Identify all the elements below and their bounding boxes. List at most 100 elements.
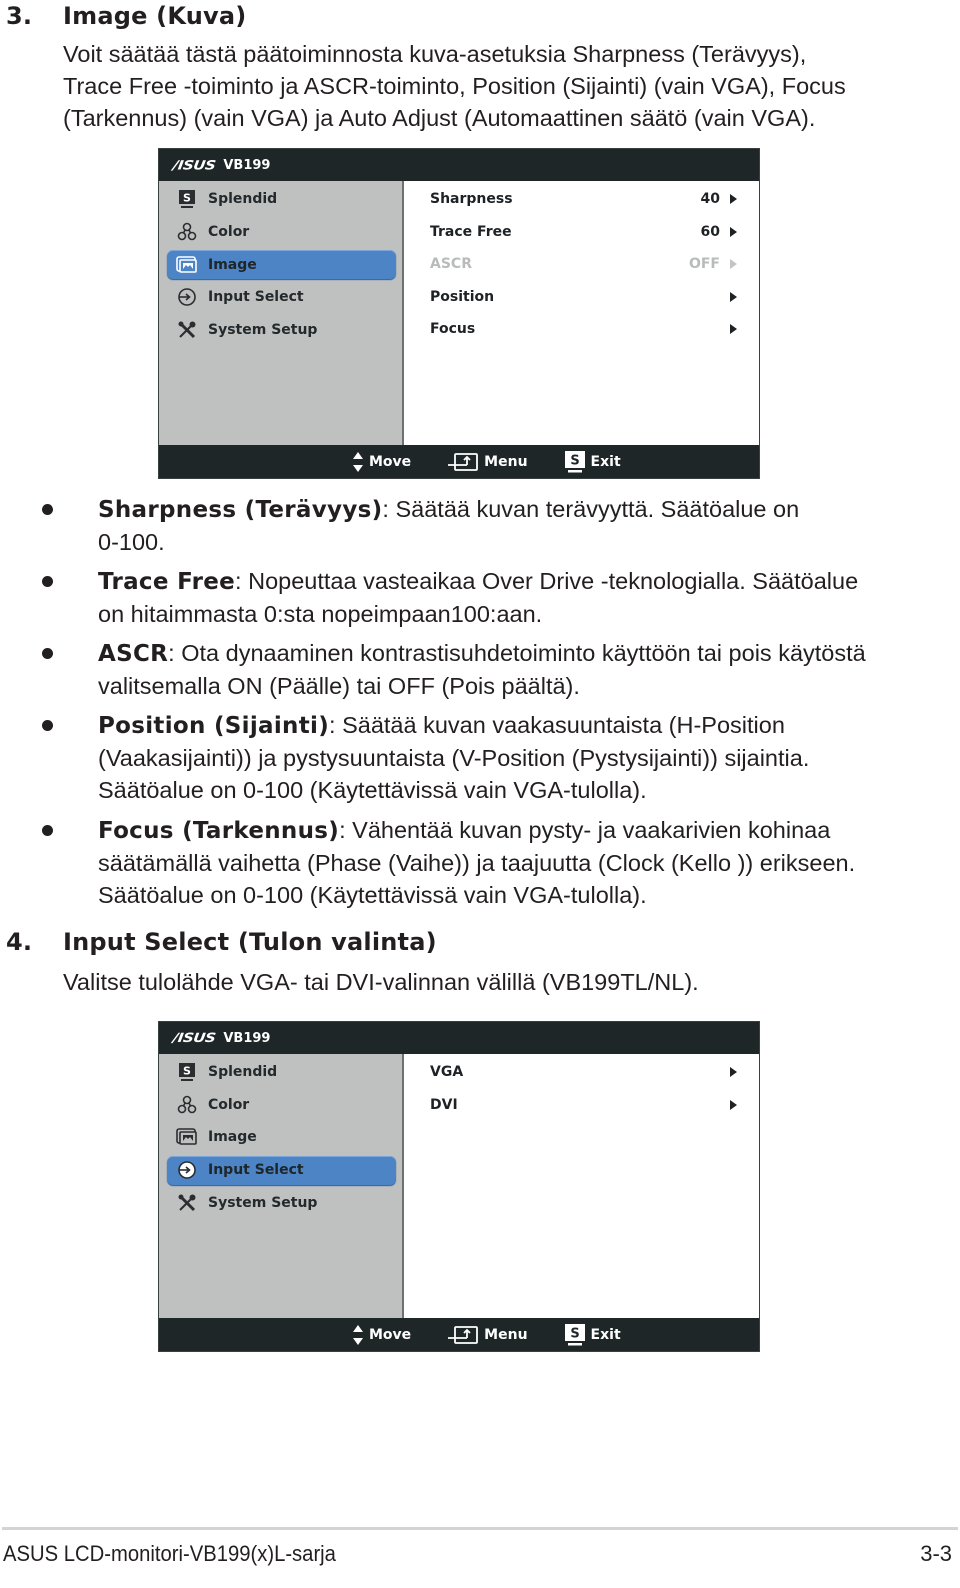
splendid-icon: S [176,1061,198,1083]
chevron-right-icon [730,259,737,270]
section-title: Input Select (Tulon valinta) [63,928,437,956]
chevron-right-icon [730,291,737,302]
bullet-text: : Nopeuttaa vasteaikaa Over Drive -tekno… [235,568,859,594]
osd-option-label: Sharpness [430,191,513,208]
svg-text:S: S [183,1065,191,1078]
osd-option-label: ASCR [430,256,472,273]
osd-image-menu: /ISUS VB199 S Splendid Color Image Input Sel… [158,148,760,479]
bullet-line: ASCR: Ota dynaaminen kontrastisuhdetoimi… [98,637,898,670]
osd-option-trace-free[interactable]: Trace Free 60 [404,216,759,249]
bullet-dot [42,576,53,587]
osd-option-label: Focus [430,321,476,338]
osd-menu-item-splendid[interactable]: S Splendid [159,183,402,216]
osd-option-dvi[interactable]: DVI [404,1089,759,1122]
footer-exit: S Exit [564,450,621,474]
system-setup-icon [176,319,198,341]
chevron-right-icon [730,194,737,205]
menu-enter-icon [447,1325,479,1345]
input-select-icon [176,1159,198,1181]
osd-option-label: Position [430,288,495,305]
osd-option-position[interactable]: Position [404,281,759,314]
osd-menu-item-image[interactable]: Image [167,250,396,279]
exit-s-key-icon: S [564,1323,586,1347]
bullet-position: Position (Sijainti): Säätää kuvan vaakas… [42,709,898,806]
bullet-text: : Säätää kuvan vaakasuuntaista (H-Positi… [329,712,785,738]
osd-option-value: OFF [688,256,720,273]
section-number: 4. [6,928,33,956]
footer-menu-label: Menu [484,1326,528,1343]
footer-exit-label: Exit [590,453,621,470]
footer-divider [2,1527,958,1530]
footer-menu: Menu [447,1325,528,1345]
footer-menu: Menu [447,452,528,472]
bullet-line: Position (Sijainti): Säätää kuvan vaakas… [98,709,898,742]
osd-menu-item-input-select[interactable]: Input Select [159,281,402,314]
bullet-line: Sharpness (Terävyys): Säätää kuvan teräv… [98,493,898,526]
osd-menu-item-label: Image [208,256,257,273]
model-name: VB199 [223,157,271,173]
osd-menu-item-system-setup[interactable]: System Setup [159,1187,402,1220]
osd-menu-item-input-select[interactable]: Input Select [167,1155,396,1185]
osd-menu-item-label: Color [208,1096,250,1113]
bullet-term: Focus (Tarkennus) [98,818,340,844]
asus-logo: /ISUS [171,157,217,173]
osd-input-select-menu: /ISUS VB199 S Splendid Color Image Input Sel… [158,1021,760,1352]
osd-footer: Move Menu S Exit [159,1318,759,1351]
footer-exit-label: Exit [590,1326,621,1343]
bullet-sharpness: Sharpness (Terävyys): Säätää kuvan teräv… [42,493,898,558]
input-select-icon [176,286,198,308]
osd-main-menu: S Splendid Color Image Input Select System Se… [159,1054,404,1318]
osd-title-bar: /ISUS VB199 [159,149,759,181]
osd-option-sharpness[interactable]: Sharpness 40 [404,183,759,216]
intro-line: Trace Free -toiminto ja ASCR-toiminto, P… [63,73,846,99]
bullet-term: Sharpness (Terävyys) [98,497,383,523]
osd-submenu: Sharpness 40 Trace Free 60 ASCR OFF Position Fo… [404,181,759,445]
osd-menu-item-label: Splendid [208,191,278,208]
section-4-intro: Valitse tulolähde VGA- tai DVI-valinnan … [63,969,699,995]
section-3-intro: Voit säätää tästä päätoiminnosta kuva-as… [63,38,923,134]
osd-menu-item-image[interactable]: Image [159,1121,402,1154]
image-icon [176,254,198,276]
footer-move-label: Move [369,453,412,470]
asus-logo: /ISUS [171,1030,217,1046]
footer-page-number: 3-3 [920,1541,952,1566]
osd-option-vga[interactable]: VGA [404,1056,759,1089]
osd-menu-item-color[interactable]: Color [159,216,402,249]
up-down-arrows-icon [352,451,364,473]
bullet-line: Säätöalue on 0-100 (Käytettävissä vain V… [98,882,647,908]
intro-line: (Tarkennus) (vain VGA) ja Auto Adjust (A… [63,105,816,131]
menu-enter-icon [447,452,479,472]
osd-menu-item-label: Input Select [208,1162,304,1178]
color-icon [176,221,198,243]
bullet-dot [42,648,53,659]
osd-title-bar: /ISUS VB199 [159,1022,759,1054]
osd-menu-item-splendid[interactable]: S Splendid [159,1056,402,1089]
footer-exit: S Exit [564,1323,621,1347]
osd-menu-item-label: System Setup [208,1194,318,1211]
osd-footer: Move Menu S Exit [159,445,759,478]
section-3-heading: 3. Image (Kuva) [6,2,246,30]
intro-line: Voit säätää tästä päätoiminnosta kuva-as… [63,41,807,67]
osd-menu-item-label: Input Select [208,289,304,306]
svg-text:S: S [183,192,191,205]
osd-option-focus[interactable]: Focus [404,313,759,346]
chevron-right-icon [730,226,737,237]
osd-menu-item-label: Color [208,223,250,240]
bullet-text: : Ota dynaaminen kontrastisuhdetoiminto … [168,640,866,666]
bullet-line: 0-100. [98,529,165,555]
osd-menu-item-system-setup[interactable]: System Setup [159,314,402,347]
bullet-line: säätämällä vaihetta (Phase (Vaihe)) ja t… [98,850,856,876]
bullet-line: Trace Free: Nopeuttaa vasteaikaa Over Dr… [98,565,898,598]
bullet-line: (Vaakasijainti)) ja pystysuuntaista (V-P… [98,745,810,771]
bullet-text: : Säätää kuvan terävyyttä. Säätöalue on [382,496,800,522]
splendid-icon: S [176,188,198,210]
footer-manual-title: ASUS LCD-monitori-VB199(x)L-sarja [3,1541,336,1566]
section-number: 3. [6,2,33,30]
osd-submenu: VGA DVI [404,1054,759,1318]
osd-option-value: 60 [700,223,720,240]
footer-move-label: Move [369,1326,412,1343]
bullet-line: Säätöalue on 0-100 (Käytettävissä vain V… [98,777,647,803]
osd-menu-item-label: System Setup [208,321,318,338]
chevron-right-icon [730,1067,737,1078]
osd-menu-item-color[interactable]: Color [159,1089,402,1122]
